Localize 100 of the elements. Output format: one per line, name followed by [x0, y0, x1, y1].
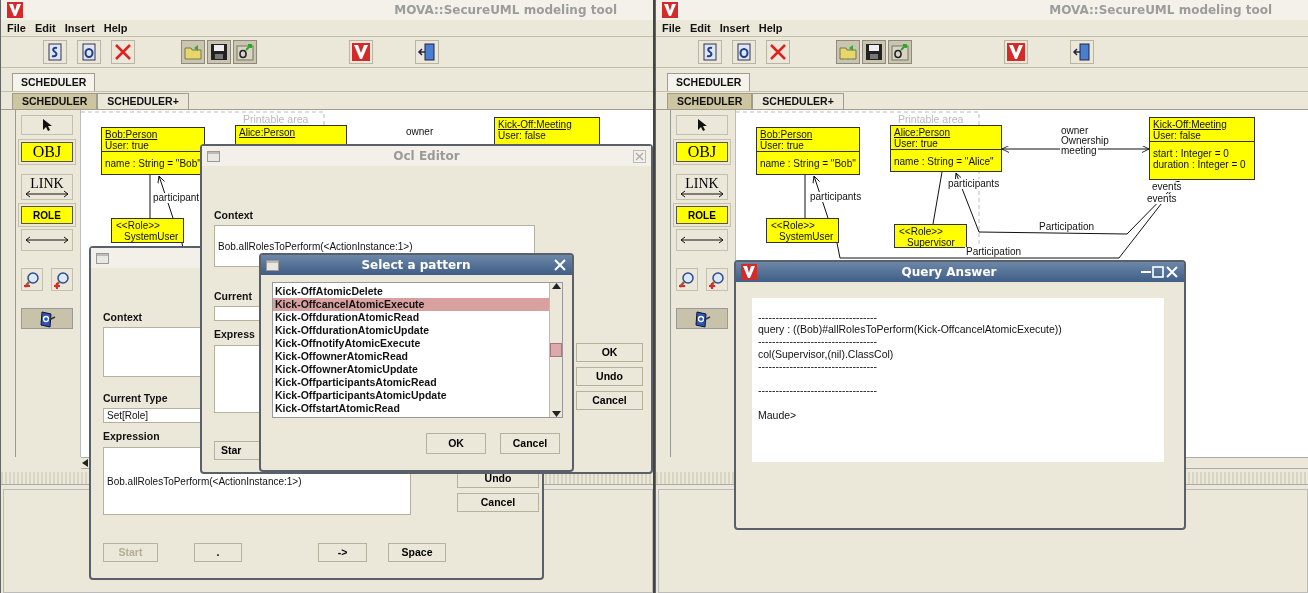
association-line: [804, 174, 806, 219]
toolbar-button[interactable]: [862, 40, 886, 64]
dialog-button[interactable]: Cancel: [576, 391, 643, 410]
attribute-text: start : Integer = 0: [1153, 148, 1230, 159]
menu-item[interactable]: Help: [103, 19, 128, 37]
window-title: MOVA::SecureUML modeling tool: [1049, 2, 1272, 19]
dialog-button[interactable]: Undo: [576, 367, 643, 386]
toolbar-button[interactable]: [43, 40, 67, 64]
role-tool[interactable]: ROLE: [676, 206, 728, 224]
scrollbar[interactable]: [549, 283, 562, 417]
list-item[interactable]: Kick-OffparticipantsAtomicUpdate: [273, 389, 549, 402]
query-button[interactable]: [21, 308, 73, 329]
user-flag-text: User: true: [105, 140, 150, 151]
logo-icon: [1006, 42, 1026, 62]
toolbar-button[interactable]: [888, 40, 912, 64]
attribute-text: name : String = "Alice": [894, 156, 995, 167]
logo-icon: [7, 2, 23, 18]
toolbar-button[interactable]: [732, 40, 756, 64]
association-label: events: [1151, 182, 1183, 192]
dialog-button[interactable]: Cancel: [457, 493, 539, 512]
logo-icon: [662, 2, 678, 18]
door-icon: [417, 42, 437, 62]
zoom-in-button[interactable]: [706, 268, 728, 291]
list-item[interactable]: Kick-OffownerAtomicRead: [273, 350, 549, 363]
object-name: Alice:Person: [894, 127, 952, 138]
dialog-button[interactable]: ->: [318, 543, 367, 562]
double-arrow-icon: [24, 236, 70, 244]
object-node[interactable]: Bob:Person User: true name : String = "Bob": [756, 127, 860, 175]
link-tool[interactable]: LINK: [21, 174, 73, 200]
zoom-in-button[interactable]: [51, 268, 73, 291]
dialog-button[interactable]: OK: [576, 343, 643, 362]
tab[interactable]: SCHEDULER+: [97, 93, 189, 109]
object-tool[interactable]: OBJ: [21, 142, 73, 162]
list-item[interactable]: Kick-OffcancelAtomicExecute: [273, 298, 549, 311]
toolbar-button[interactable]: [698, 40, 722, 64]
list-item[interactable]: Kick-OffdurationAtomicUpdate: [273, 324, 549, 337]
printable-area-label: Printable area: [898, 114, 964, 125]
scroll-thumb[interactable]: [550, 343, 562, 357]
role-node[interactable]: <<Role>> SystemUser: [766, 218, 839, 243]
door-icon: [1072, 42, 1092, 62]
list-item[interactable]: Kick-OffAtomicDelete: [273, 285, 549, 298]
pointer-tool[interactable]: [21, 115, 73, 135]
dialog-button[interactable]: .: [194, 543, 242, 562]
document-icon: [734, 42, 754, 62]
list-item[interactable]: Kick-OffdurationAtomicRead: [273, 311, 549, 324]
tab[interactable]: SCHEDULER: [667, 73, 751, 91]
object-node[interactable]: Kick-Off:Meeting User: false start : Integer = 0 duration : Integer = 0: [1149, 117, 1255, 180]
zoom-out-button[interactable]: [676, 268, 698, 291]
menu-item[interactable]: Insert: [64, 19, 95, 37]
role-tool[interactable]: ROLE: [21, 206, 73, 224]
dialog-button[interactable]: Cancel: [500, 433, 560, 454]
stereotype-text: <<Role>>: [771, 220, 816, 231]
object-tool[interactable]: OBJ: [676, 142, 728, 162]
menu-item[interactable]: Help: [758, 19, 783, 37]
object-node[interactable]: Bob:Person User: true name : String = "Bob": [101, 127, 205, 175]
toolbar-button[interactable]: [415, 40, 439, 64]
dialog-button[interactable]: Space: [388, 543, 446, 562]
menu-item[interactable]: Insert: [719, 19, 750, 37]
tab[interactable]: SCHEDULER: [667, 93, 753, 109]
printable-area-label: Printable area: [243, 114, 309, 125]
scroll-left-icon: [81, 459, 89, 467]
association-tool[interactable]: [676, 229, 728, 251]
pointer-icon: [696, 118, 708, 132]
field-label: Current: [214, 289, 252, 303]
toolbar-button[interactable]: [233, 40, 257, 64]
zoom-out-button[interactable]: [21, 268, 43, 291]
menu-item[interactable]: Edit: [689, 19, 711, 37]
role-name: Supervisor: [906, 237, 956, 248]
link-tool[interactable]: LINK: [676, 174, 728, 200]
maximize-icon: [1151, 265, 1165, 279]
list-item[interactable]: Kick-OffnotifyAtomicExecute: [273, 337, 549, 350]
tab[interactable]: SCHEDULER: [12, 93, 98, 109]
object-node[interactable]: Alice:Person User: true name : String = "Alice": [890, 125, 1002, 172]
tab[interactable]: SCHEDULER: [12, 73, 96, 91]
list-item[interactable]: Kick-OffstartAtomicRead: [273, 402, 549, 415]
document-icon: [45, 42, 65, 62]
field-label: Current Type: [103, 391, 168, 405]
toolbar-button[interactable]: [1070, 40, 1094, 64]
association-tool[interactable]: [21, 229, 73, 251]
minimize-icon: [1141, 271, 1151, 273]
menu-item[interactable]: File: [7, 19, 26, 37]
tab[interactable]: SCHEDULER+: [752, 93, 844, 109]
pointer-tool[interactable]: [676, 115, 728, 135]
list-item[interactable]: Kick-OffparticipantsAtomicRead: [273, 376, 549, 389]
stereotype-text: <<Role>>: [116, 220, 161, 231]
menu-item[interactable]: Edit: [34, 19, 56, 37]
pointer-icon: [41, 118, 53, 132]
role-node[interactable]: <<Role>> SystemUser: [111, 218, 184, 243]
query-button[interactable]: [676, 308, 728, 329]
association-label: Participation: [965, 247, 1023, 257]
dialog-button[interactable]: OK: [426, 433, 486, 454]
association-label: participants: [947, 179, 1001, 189]
dialog-title: Query Answer: [900, 264, 998, 281]
zoom-out-icon: [678, 270, 696, 289]
toolbar-button[interactable]: [207, 40, 231, 64]
zoom-in-icon: [708, 270, 726, 289]
role-node[interactable]: <<Role>> Supervisor: [894, 224, 967, 248]
list-item[interactable]: Kick-OffownerAtomicUpdate: [273, 363, 549, 376]
menu-item[interactable]: File: [662, 19, 681, 37]
toolbar-button[interactable]: [77, 40, 101, 64]
